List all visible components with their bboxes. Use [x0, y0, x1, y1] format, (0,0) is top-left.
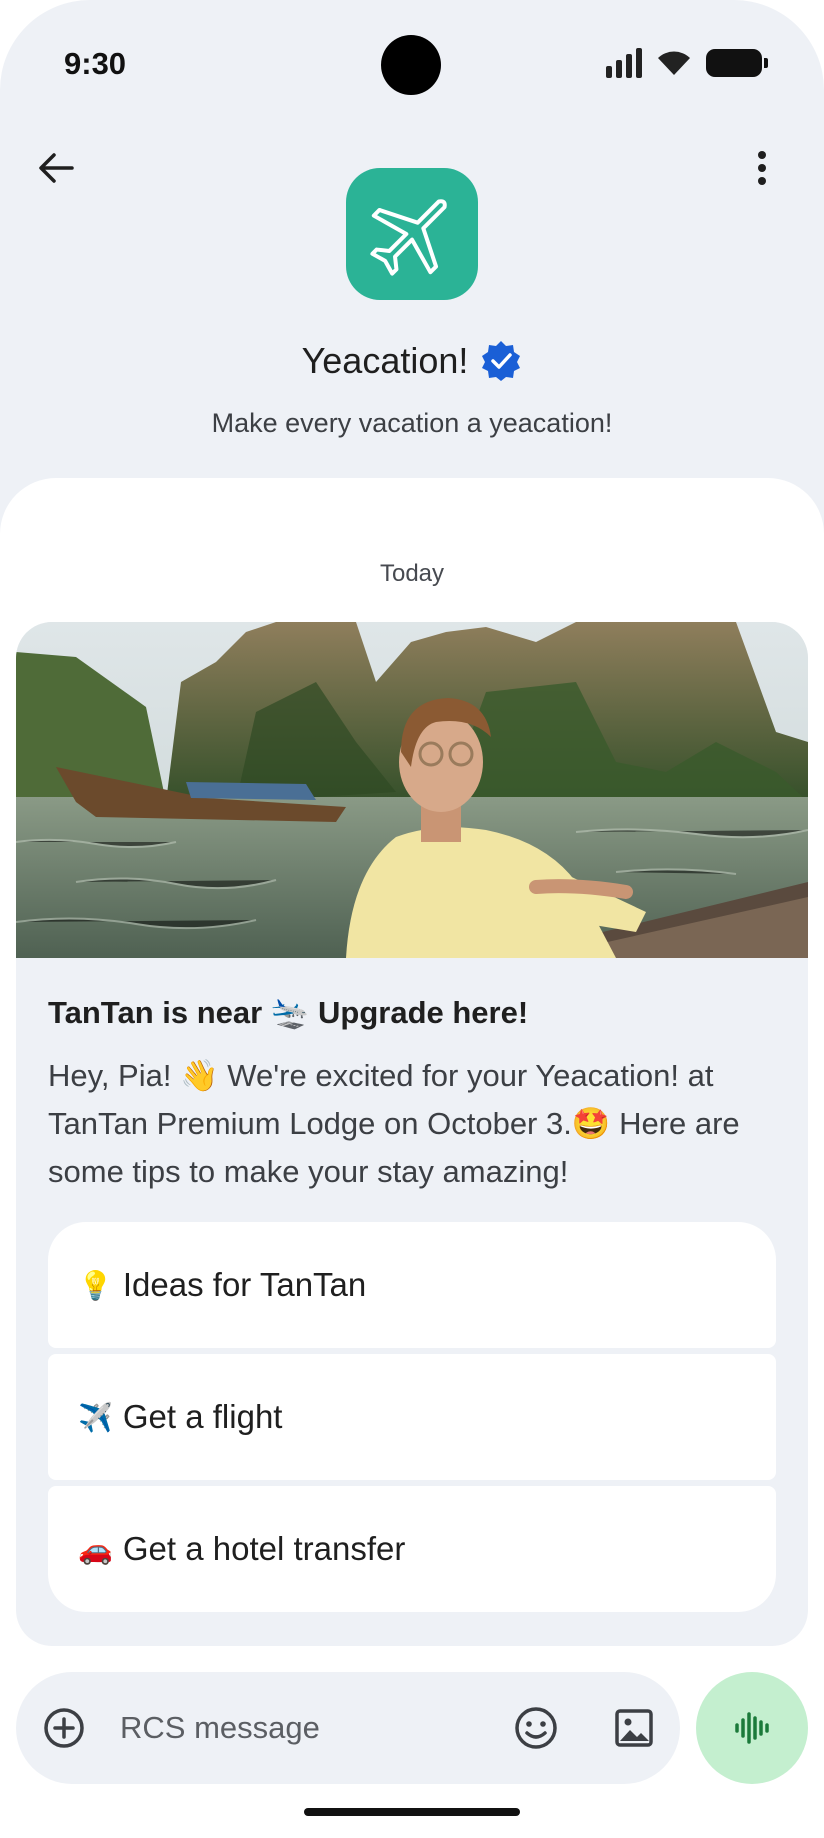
card-image[interactable] — [16, 622, 808, 958]
arrow-back-icon — [39, 153, 74, 183]
status-time: 9:30 — [64, 46, 127, 81]
brand-tagline: Make every vacation a yeacation! — [211, 408, 613, 438]
suggestion-label: Ideas for TanTan — [122, 1266, 367, 1303]
suggestion-label: Get a hotel transfer — [122, 1530, 406, 1567]
brand-name: Yeacation! — [301, 340, 469, 381]
signal-icon — [606, 48, 642, 78]
front-camera — [381, 35, 441, 95]
lightbulb-icon: 💡 — [78, 1269, 113, 1301]
message-composer — [16, 1672, 680, 1784]
card-image-illustration — [16, 622, 808, 958]
airplane-emoji-icon: ✈️ — [78, 1401, 113, 1433]
airplane-icon — [370, 199, 447, 276]
card-title: TanTan is near 🛬 Upgrade here! — [48, 995, 529, 1030]
suggestion-get-a-flight[interactable]: ✈️ Get a flight — [48, 1354, 776, 1480]
brand-row: Yeacation! — [0, 340, 824, 382]
verified-badge-icon — [482, 341, 521, 381]
add-attachment-button[interactable] — [42, 1706, 86, 1750]
date-divider: Today — [379, 560, 445, 587]
back-button[interactable] — [30, 142, 82, 194]
emoji-icon — [515, 1707, 557, 1749]
add-circle-icon — [44, 1708, 84, 1748]
phone-screen: 9:30 Yeacation! Make every vacation a ye… — [0, 0, 824, 1838]
gallery-icon — [615, 1709, 653, 1747]
more-options-button[interactable] — [736, 142, 788, 194]
battery-icon — [706, 49, 768, 77]
gallery-button[interactable] — [610, 1704, 658, 1752]
brand-logo — [346, 168, 478, 300]
more-vert-icon — [758, 151, 766, 185]
home-indicator[interactable] — [304, 1808, 520, 1816]
voice-message-button[interactable] — [696, 1672, 808, 1784]
rich-card: TanTan is near 🛬 Upgrade here! Hey, Pia!… — [16, 622, 808, 1646]
wifi-icon — [658, 51, 690, 75]
card-description: Hey, Pia! 👋 We're excited for your Yeaca… — [48, 1058, 740, 1189]
message-input[interactable] — [120, 1706, 420, 1750]
emoji-button[interactable] — [512, 1704, 560, 1752]
suggestion-ideas-for-tantan[interactable]: 💡 Ideas for TanTan — [48, 1222, 776, 1348]
car-icon: 🚗 — [78, 1533, 113, 1565]
status-icons — [606, 48, 768, 78]
voice-wave-icon — [735, 1712, 769, 1744]
suggestion-label: Get a flight — [122, 1398, 283, 1435]
suggestion-get-a-hotel-transfer[interactable]: 🚗 Get a hotel transfer — [48, 1486, 776, 1612]
